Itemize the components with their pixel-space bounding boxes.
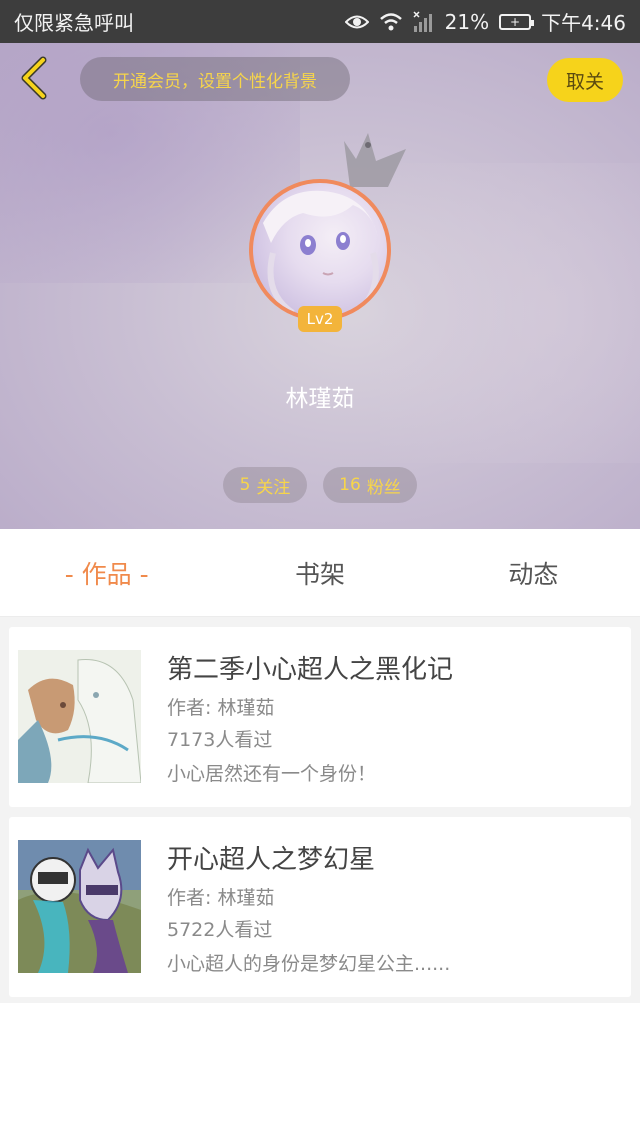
work-views: 7173人看过 [167, 729, 273, 751]
tab-works[interactable]: - 作品 - [0, 555, 213, 591]
status-bar: 仅限紧急呼叫 21% + 下午4:46 [0, 0, 640, 43]
tab-activity[interactable]: 动态 [427, 555, 640, 591]
work-description: 小心超人的身份是梦幻星公主...... [167, 953, 451, 975]
list-item[interactable]: 开心超人之梦幻星 作者: 林瑾茹 5722人看过 小心超人的身份是梦幻星公主..… [9, 817, 631, 997]
eye-icon [344, 14, 369, 30]
work-author: 作者: 林瑾茹 [167, 887, 275, 909]
avatar-image [263, 190, 379, 316]
work-title: 第二季小心超人之黑化记 [167, 655, 454, 685]
username: 林瑾茹 [285, 386, 355, 412]
signal-icon [413, 10, 435, 33]
work-cover [18, 650, 141, 783]
fans-label: 粉丝 [366, 477, 401, 498]
wifi-icon [379, 12, 403, 31]
following-count-button[interactable]: 5 关注 [223, 467, 307, 503]
work-author: 作者: 林瑾茹 [167, 697, 275, 719]
work-views: 5722人看过 [167, 919, 273, 941]
level-badge: Lv2 [298, 306, 342, 332]
fans-count-button[interactable]: 16 粉丝 [323, 467, 417, 503]
back-button[interactable] [12, 55, 56, 105]
profile-header: 开通会员，设置个性化背景 取关 Lv2 林瑾茹 5 关注 16 粉丝 [0, 43, 640, 529]
works-list: 第二季小心超人之黑化记 作者: 林瑾茹 7173人看过 小心居然还有一个身份！ … [0, 617, 640, 1003]
following-label: 关注 [256, 477, 291, 498]
following-count: 5 [239, 475, 251, 495]
chevron-left-icon [19, 56, 49, 104]
vip-banner-text: 开通会员，设置个性化背景 [113, 71, 317, 92]
tab-bookshelf[interactable]: 书架 [213, 555, 426, 591]
battery-icon: + [499, 13, 535, 30]
unfollow-button[interactable]: 取关 [547, 58, 623, 102]
fans-count: 16 [339, 475, 361, 495]
clock: 下午4:46 [541, 11, 626, 35]
level-text: Lv2 [306, 310, 334, 328]
vip-background-banner[interactable]: 开通会员，设置个性化背景 [80, 57, 350, 101]
unfollow-label: 取关 [565, 70, 604, 93]
battery-charge-mark: + [510, 14, 521, 29]
avatar[interactable] [249, 179, 391, 321]
battery-percent: 21% [444, 9, 490, 34]
work-description: 小心居然还有一个身份！ [167, 763, 377, 785]
profile-tabs: - 作品 - 书架 动态 [0, 529, 640, 617]
work-title: 开心超人之梦幻星 [167, 845, 376, 875]
status-icons: 21% + 下午4:46 [344, 7, 626, 36]
work-cover [18, 840, 141, 973]
list-item[interactable]: 第二季小心超人之黑化记 作者: 林瑾茹 7173人看过 小心居然还有一个身份！ [9, 627, 631, 807]
carrier-text: 仅限紧急呼叫 [14, 11, 134, 35]
